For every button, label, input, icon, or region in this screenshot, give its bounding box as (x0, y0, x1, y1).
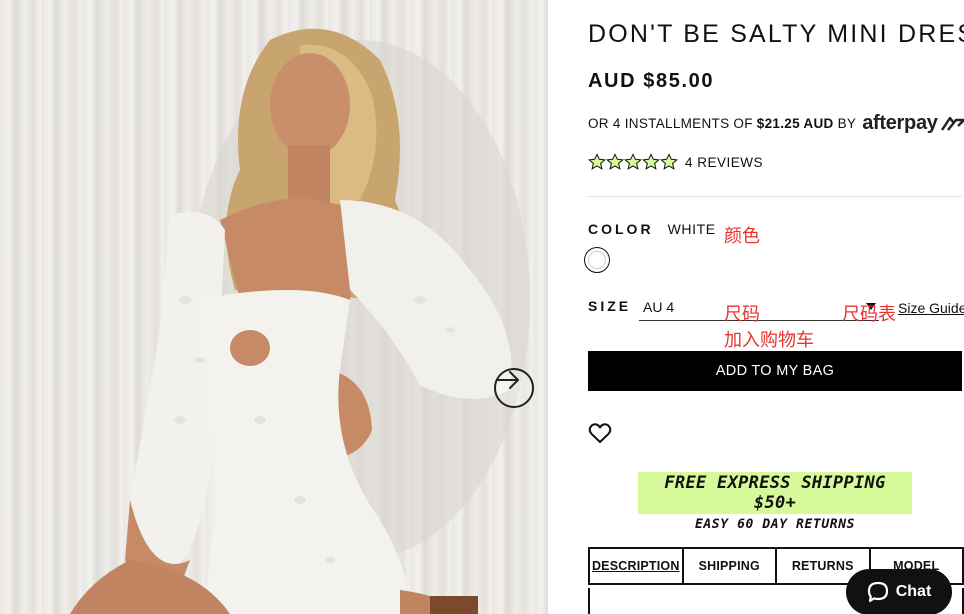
annotation-color: 颜色 (724, 226, 760, 247)
star-icon (624, 153, 642, 170)
shipping-promo-sub: EASY 60 DAY RETURNS (694, 517, 856, 532)
next-image-button[interactable] (494, 368, 534, 408)
color-swatch-white[interactable] (584, 247, 610, 273)
size-selected-value: AU 4 (643, 299, 675, 315)
product-photo-illustration (70, 28, 530, 614)
afterpay-installments: OR 4 INSTALLMENTS OF $21.25 AUD BY after… (588, 112, 964, 135)
afterpay-by: BY (837, 116, 857, 131)
size-guide-link[interactable]: Size Guide (898, 300, 964, 316)
size-label: SIZE (588, 298, 632, 314)
annotation-size: 尺码 (724, 304, 760, 325)
star-icon (642, 153, 660, 170)
annotation-add-to-bag: 加入购物车 (724, 330, 814, 351)
chat-button[interactable]: Chat (846, 569, 952, 614)
chat-bubble-icon (867, 581, 888, 603)
color-value: WHITE (667, 221, 716, 237)
afterpay-logo-text: afterpay (862, 112, 938, 134)
heart-icon[interactable] (588, 422, 612, 444)
shipping-promo: FREE EXPRESS SHIPPING $50+ EASY 60 DAY R… (638, 472, 912, 532)
divider (588, 196, 962, 197)
arrow-right-icon (497, 371, 519, 389)
tab-shipping[interactable]: SHIPPING (684, 549, 777, 583)
product-title: DON'T BE SALTY MINI DRESS (588, 20, 964, 48)
color-row: COLOR WHITE (588, 221, 716, 237)
tab-description[interactable]: DESCRIPTION (590, 549, 684, 583)
product-price: AUD $85.00 (588, 70, 715, 92)
afterpay-arrows-icon (940, 116, 964, 131)
chat-label: Chat (895, 583, 932, 600)
afterpay-prefix: OR 4 INSTALLMENTS OF (588, 116, 753, 131)
product-info: DON'T BE SALTY MINI DRESS AUD $85.00 OR … (584, 0, 964, 614)
product-image (0, 0, 548, 614)
reviews-summary[interactable]: 4 REVIEWS (588, 153, 763, 171)
star-icon (606, 153, 624, 170)
shipping-promo-main: FREE EXPRESS SHIPPING $50+ (638, 472, 912, 514)
annotation-size-guide: 尺码表 (842, 304, 896, 325)
reviews-count: 4 REVIEWS (685, 154, 764, 170)
add-to-bag-button[interactable]: ADD TO MY BAG (588, 351, 962, 391)
star-icon (660, 153, 678, 170)
afterpay-logo[interactable]: afterpay (862, 112, 964, 135)
afterpay-amount: $21.25 AUD (756, 116, 834, 131)
star-icon (588, 153, 606, 170)
color-label: COLOR (588, 221, 654, 237)
